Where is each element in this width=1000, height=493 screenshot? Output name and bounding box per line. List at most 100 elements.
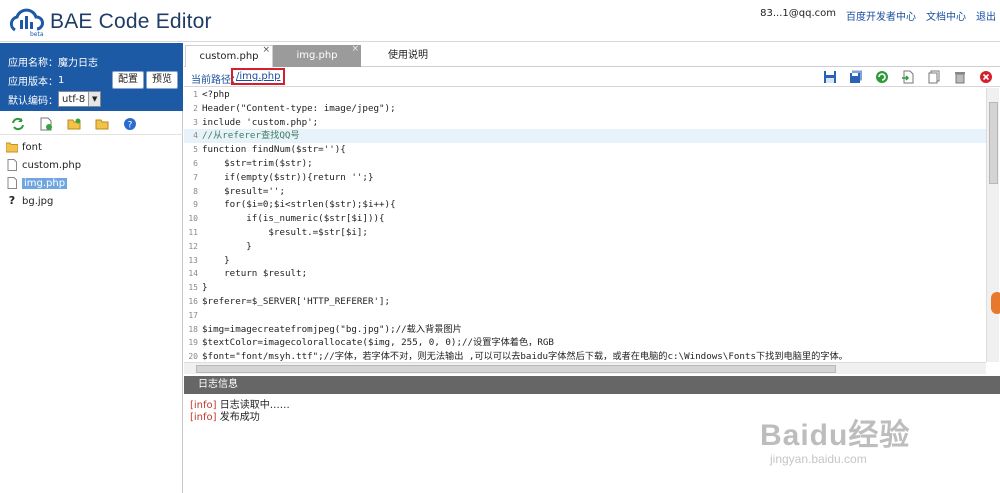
copy-icon[interactable] xyxy=(926,69,942,85)
watermark: Baidu经验 xyxy=(760,419,911,452)
tree-item-label: custom.php xyxy=(22,159,82,171)
line-number: 13 xyxy=(188,255,198,265)
vertical-scrollbar[interactable] xyxy=(986,88,999,362)
close-icon[interactable]: × xyxy=(351,38,359,60)
close-icon[interactable]: × xyxy=(262,39,270,61)
tree-item-file-selected[interactable]: img.php xyxy=(0,174,183,192)
code-line[interactable]: 7 if(empty($str)){return '';} xyxy=(184,171,986,185)
line-number: 19 xyxy=(188,338,198,348)
logout-link[interactable]: 退出 xyxy=(976,8,996,23)
code-line[interactable]: 19 $textColor=imagecolorallocate($img, 25… xyxy=(184,336,986,350)
current-path[interactable]: /img.php xyxy=(231,68,286,85)
code-line[interactable]: 6 $str=trim($str); xyxy=(184,157,986,171)
save-all-icon[interactable] xyxy=(848,69,864,85)
code-text: } xyxy=(202,240,252,252)
export-icon[interactable] xyxy=(900,69,916,85)
code-line[interactable]: 9 for($i=0;$i<strlen($str);$i++){ xyxy=(184,198,986,212)
path-bar: 当前路径： /img.php xyxy=(184,67,1000,87)
file-tree: font custom.php img.php ? bg.jpg xyxy=(0,138,183,210)
line-number: 11 xyxy=(188,227,198,237)
chevron-down-icon: ▼ xyxy=(88,92,101,106)
app-name-row: 应用名称： 魔力日志 xyxy=(8,54,98,69)
code-line[interactable]: 18 $img=imagecreatefromjpeg("bg.jpg");//载… xyxy=(184,323,986,337)
log-tag: [info] xyxy=(190,412,217,423)
tree-item-file[interactable]: custom.php xyxy=(0,156,183,174)
code-line[interactable]: 17 xyxy=(184,309,986,323)
log-tag: [info] xyxy=(190,400,217,411)
tab-img-php[interactable]: img.php × xyxy=(273,44,361,67)
code-text: $referer=$_SERVER['HTTP_REFERER']; xyxy=(202,295,391,307)
tab-custom-php[interactable]: custom.php × xyxy=(185,45,273,67)
watermark-url: jingyan.baidu.com xyxy=(770,452,867,466)
code-text: $result.=$str[$i]; xyxy=(202,226,368,238)
code-text: for($i=0;$i<strlen($str);$i++){ xyxy=(202,199,396,211)
code-line[interactable]: 16 $referer=$_SERVER['HTTP_REFERER']; xyxy=(184,295,986,309)
delete-icon[interactable] xyxy=(952,69,968,85)
path-toolbar xyxy=(822,69,994,85)
tree-item-label: font xyxy=(22,141,42,153)
save-icon[interactable] xyxy=(822,69,838,85)
line-number: 4 xyxy=(193,131,198,141)
docs-link[interactable]: 文档中心 xyxy=(926,8,966,23)
new-file-icon[interactable] xyxy=(38,116,54,132)
encoding-label: 默认编码： xyxy=(8,95,58,107)
tab-label: 使用说明 xyxy=(388,50,428,61)
code-line[interactable]: 12 } xyxy=(184,240,986,254)
encoding-select[interactable]: utf-8 ▼ xyxy=(58,91,102,107)
line-number: 10 xyxy=(188,214,198,224)
code-line[interactable]: 5 function findNum($str=''){ xyxy=(184,143,986,157)
preview-button[interactable]: 预览 xyxy=(146,71,178,89)
app-info-panel: 应用名称： 魔力日志 应用版本： 1 默认编码： utf-8 ▼ 配置 预览 xyxy=(0,43,183,111)
file-icon xyxy=(7,159,17,171)
unknown-file-icon: ? xyxy=(8,194,16,207)
code-line[interactable]: 1 <?php xyxy=(184,88,986,102)
encoding-value: utf-8 xyxy=(62,93,86,105)
app-version-value: 1 xyxy=(58,75,65,86)
config-button[interactable]: 配置 xyxy=(112,71,144,89)
code-text: $textColor=imagecolorallocate($img, 255,… xyxy=(202,337,554,349)
sidebar: 应用名称： 魔力日志 应用版本： 1 默认编码： utf-8 ▼ 配置 预览 ?… xyxy=(0,43,183,493)
refresh-icon[interactable] xyxy=(10,116,26,132)
code-line[interactable]: 2 Header("Content-type: image/jpeg"); xyxy=(184,102,986,116)
code-text: $font="font/msyh.ttf";//字体，若字体不对，则无法输出 ,… xyxy=(202,351,848,362)
line-number: 2 xyxy=(193,103,198,113)
code-text: if(empty($str)){return '';} xyxy=(202,171,374,183)
code-text: <?php xyxy=(202,89,230,100)
code-text: Header("Content-type: image/jpeg"); xyxy=(202,102,396,114)
help-icon[interactable]: ? xyxy=(122,116,138,132)
code-line[interactable]: 11 $result.=$str[$i]; xyxy=(184,226,986,240)
line-number: 7 xyxy=(193,172,198,182)
tree-item-unknown[interactable]: ? bg.jpg xyxy=(0,192,183,210)
close-icon[interactable] xyxy=(978,69,994,85)
scroll-thumb[interactable] xyxy=(196,365,836,373)
code-line[interactable]: 10 if(is_numeric($str[$i])){ xyxy=(184,212,986,226)
line-number: 20 xyxy=(188,352,198,362)
scroll-thumb[interactable] xyxy=(989,102,998,184)
app-version-row: 应用版本： 1 xyxy=(8,73,64,88)
horizontal-scrollbar[interactable] xyxy=(184,362,986,374)
tab-usage-guide[interactable]: 使用说明 xyxy=(364,45,452,67)
tree-item-folder[interactable]: font xyxy=(0,138,183,156)
code-line[interactable]: 20 $font="font/msyh.ttf";//字体，若字体不对，则无法输出… xyxy=(184,350,986,362)
line-number: 6 xyxy=(193,158,198,168)
new-folder-icon[interactable] xyxy=(66,116,82,132)
code-line[interactable]: 8 $result=''; xyxy=(184,185,986,199)
code-text: $result=''; xyxy=(202,185,285,197)
developer-center-link[interactable]: 百度开发者中心 xyxy=(846,8,916,23)
tree-item-label: bg.jpg xyxy=(22,195,54,207)
line-number: 18 xyxy=(188,324,198,334)
code-line[interactable]: 13 } xyxy=(184,254,986,268)
code-line[interactable]: 3 include 'custom.php'; xyxy=(184,116,986,130)
folder-icon xyxy=(6,142,18,153)
app-brand: BAE Code Editor xyxy=(50,10,212,33)
code-line[interactable]: 15} xyxy=(184,281,986,295)
top-links: 83...1@qq.com 百度开发者中心 文档中心 退出 xyxy=(760,8,996,23)
open-folder-icon[interactable] xyxy=(94,116,110,132)
code-text: return $result; xyxy=(202,268,308,280)
code-line[interactable]: 14 return $result; xyxy=(184,267,986,281)
feedback-tab[interactable] xyxy=(991,292,1000,314)
reload-icon[interactable] xyxy=(874,69,890,85)
code-line[interactable]: 4 //从referer查找QQ号 xyxy=(184,129,986,144)
line-number: 3 xyxy=(193,117,198,127)
code-editor[interactable]: 1 <?php 2 Header("Content-type: image/jpeg"… xyxy=(184,88,986,362)
